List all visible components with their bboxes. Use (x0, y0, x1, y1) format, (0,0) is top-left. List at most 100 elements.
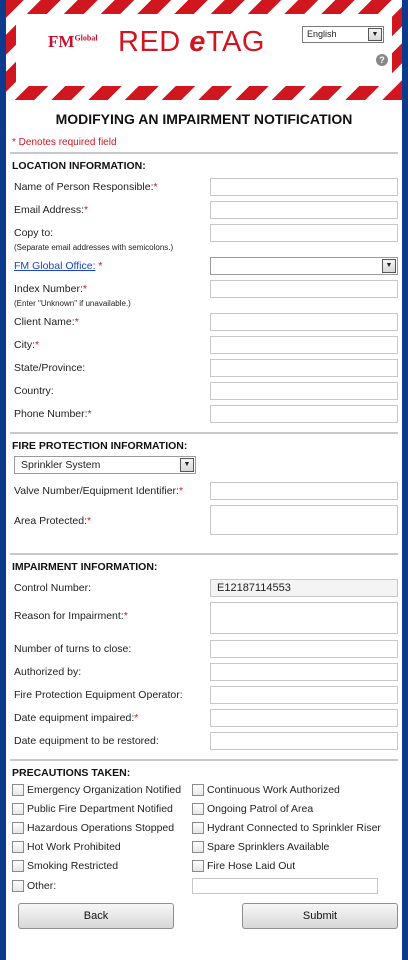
header-banner: FMGlobal RED eTAG English ▼ ? (6, 0, 402, 100)
reason-input[interactable] (210, 602, 398, 634)
date-impaired-row: Date equipment impaired:* (10, 707, 398, 730)
office-select[interactable]: ▼ (210, 257, 398, 275)
chevron-down-icon[interactable]: ▼ (180, 458, 194, 472)
checkbox-label: Hazardous Operations Stopped (27, 822, 175, 834)
fm-global-office-link[interactable]: FM Global Office: (14, 260, 96, 272)
language-select[interactable]: English ▼ (302, 26, 384, 43)
checkbox-box[interactable] (12, 880, 24, 892)
city-label: City:* (14, 339, 39, 351)
back-button[interactable]: Back (18, 903, 174, 929)
index-input[interactable] (210, 280, 398, 298)
area-row: Area Protected:* (10, 503, 398, 545)
phone-row: Phone Number:* (10, 403, 398, 426)
authorized-input[interactable] (210, 663, 398, 681)
control-label: Control Number: (14, 582, 92, 594)
checkbox-label: Ongoing Patrol of Area (207, 803, 314, 815)
other-input[interactable] (192, 878, 378, 894)
operator-row: Fire Protection Equipment Operator: (10, 684, 398, 707)
fm-global-logo: FMGlobal (48, 32, 98, 52)
required-mark: * (178, 485, 184, 497)
red-etag-title: RED eTAG (118, 26, 265, 59)
name-input[interactable] (210, 178, 398, 196)
other-checkbox[interactable]: Other: (12, 879, 56, 893)
impairment-section-title: IMPAIRMENT INFORMATION: (12, 561, 158, 573)
city-label-text: City: (14, 339, 35, 351)
state-input[interactable] (210, 359, 398, 377)
fire-protection-type-select[interactable]: Sprinkler System ▼ (14, 456, 196, 474)
required-field-note: * Denotes required field (12, 137, 117, 148)
date-impaired-input[interactable] (210, 709, 398, 727)
checkbox-box[interactable] (192, 784, 204, 796)
email-input[interactable] (210, 201, 398, 219)
checkbox-label: Continuous Work Authorized (207, 784, 340, 796)
date-restored-input[interactable] (210, 732, 398, 750)
chevron-down-icon[interactable]: ▼ (382, 259, 396, 273)
required-mark: * (98, 260, 103, 272)
office-label: FM Global Office: * (14, 260, 103, 272)
checkbox-label: Hydrant Connected to Sprinkler Riser (207, 822, 381, 834)
authorized-label: Authorized by: (14, 666, 82, 678)
ongoing-patrol-checkbox[interactable]: Ongoing Patrol of Area (192, 802, 313, 816)
email-row: Email Address:* (10, 199, 398, 222)
valve-input[interactable] (210, 482, 398, 500)
checkbox-box[interactable] (192, 822, 204, 834)
checkbox-box[interactable] (192, 803, 204, 815)
location-section-title: LOCATION INFORMATION: (12, 160, 146, 172)
checkbox-box[interactable] (192, 841, 204, 853)
location-section: LOCATION INFORMATION: Name of Person Res… (10, 152, 398, 426)
continuous-work-checkbox[interactable]: Continuous Work Authorized (192, 783, 340, 797)
reason-label-text: Reason for Impairment: (14, 610, 124, 622)
brand-suffix: TAG (205, 26, 265, 58)
page-title: MODIFYING AN IMPAIRMENT NOTIFICATION (55, 111, 353, 127)
checkbox-box[interactable] (12, 841, 24, 853)
checkbox-box[interactable] (12, 803, 24, 815)
reason-row: Reason for Impairment:* (10, 600, 398, 638)
required-mark: * (134, 712, 139, 724)
operator-input[interactable] (210, 686, 398, 704)
submit-button[interactable]: Submit (242, 903, 398, 929)
header-inner: FMGlobal RED eTAG English ▼ ? (16, 14, 392, 86)
language-value: English (307, 29, 337, 39)
index-label-text: Index Number: (14, 283, 83, 295)
email-label: Email Address:* (14, 204, 88, 216)
chevron-down-icon[interactable]: ▼ (368, 28, 382, 41)
phone-input[interactable] (210, 405, 398, 423)
checkbox-label: Other: (27, 880, 57, 892)
turns-input[interactable] (210, 640, 398, 658)
checkbox-box[interactable] (12, 784, 24, 796)
required-mark: * (84, 204, 89, 216)
hydrant-connected-checkbox[interactable]: Hydrant Connected to Sprinkler Riser (192, 821, 381, 835)
spare-sprinklers-checkbox[interactable]: Spare Sprinklers Available (192, 840, 329, 854)
precautions-checklist: Emergency Organization Notified Public F… (10, 783, 398, 901)
precautions-section-title: PRECAUTIONS TAKEN: (12, 767, 131, 779)
copy-input[interactable] (210, 224, 398, 242)
public-fire-dept-checkbox[interactable]: Public Fire Department Notified (12, 802, 173, 816)
help-icon[interactable]: ? (376, 54, 388, 66)
turns-row: Number of turns to close: (10, 638, 398, 661)
fire-hose-checkbox[interactable]: Fire Hose Laid Out (192, 859, 295, 873)
area-input[interactable] (210, 505, 398, 535)
turns-label: Number of turns to close: (14, 643, 132, 655)
city-input[interactable] (210, 336, 398, 354)
client-input[interactable] (210, 313, 398, 331)
valve-row: Valve Number/Equipment Identifier:* (10, 480, 398, 503)
city-row: City:* (10, 334, 398, 357)
checkbox-label: Spare Sprinklers Available (207, 841, 330, 853)
smoking-checkbox[interactable]: Smoking Restricted (12, 859, 118, 873)
required-mark: * (74, 316, 79, 328)
required-mark: * (82, 283, 87, 295)
checkbox-box[interactable] (12, 860, 24, 872)
required-mark: * (123, 610, 128, 622)
hot-work-checkbox[interactable]: Hot Work Prohibited (12, 840, 121, 854)
country-input[interactable] (210, 382, 398, 400)
checkbox-box[interactable] (192, 860, 204, 872)
authorized-row: Authorized by: (10, 661, 398, 684)
valve-label-text: Valve Number/Equipment Identifier: (14, 485, 179, 497)
emergency-org-checkbox[interactable]: Emergency Organization Notified (12, 783, 181, 797)
client-row: Client Name:* (10, 311, 398, 334)
name-label: Name of Person Responsible:* (14, 181, 158, 193)
checkbox-box[interactable] (12, 822, 24, 834)
hazardous-ops-checkbox[interactable]: Hazardous Operations Stopped (12, 821, 174, 835)
form-buttons: Back Submit (6, 903, 402, 933)
impairment-section: IMPAIRMENT INFORMATION: Control Number: … (10, 553, 398, 753)
